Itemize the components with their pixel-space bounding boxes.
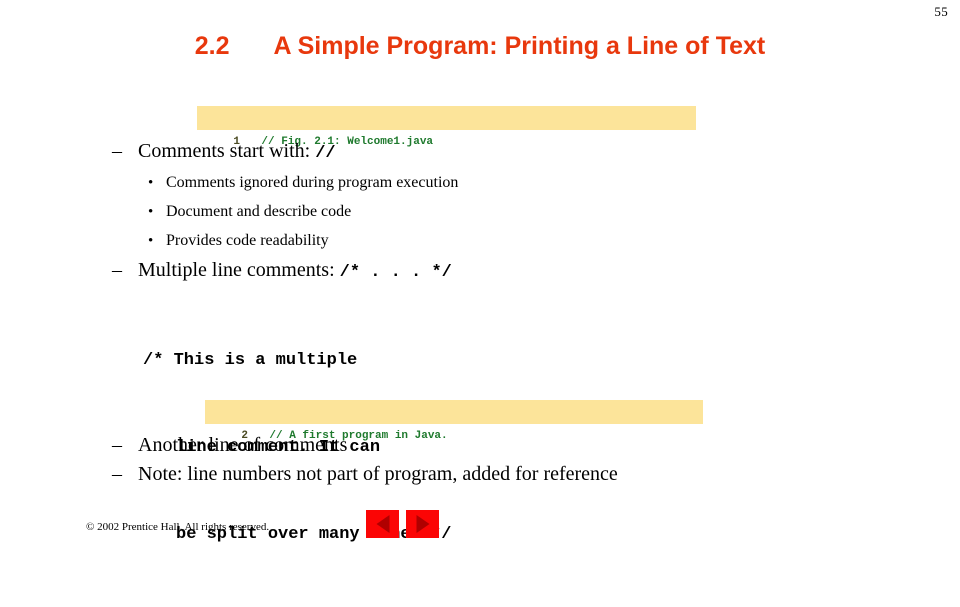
sub-bullet-text: Document and describe code [166, 203, 352, 220]
bullet-text: Another line of comments [138, 434, 348, 456]
next-slide-button[interactable] [406, 510, 439, 538]
dot-bullet-marker: • [148, 175, 154, 191]
bullet-text: Note: line numbers not part of program, … [138, 463, 618, 485]
bullet-prose: Multiple line comments: [138, 259, 340, 281]
bullet-prose: Comments start with: [138, 140, 316, 162]
code-strip-line-2: 2// A first program in Java. [205, 400, 703, 442]
code-strip-line-1: 1// Fig. 2.1: Welcome1.java [197, 106, 696, 148]
title-heading-text: A Simple Program: Printing a Line of Tex… [273, 32, 766, 60]
sub-bullet-text: Comments ignored during program executio… [166, 174, 459, 191]
triangle-right-icon [416, 515, 429, 533]
bullet-text: Multiple line comments: /* . . . */ [138, 257, 452, 286]
sub-bullet-document-describe: • Document and describe code [148, 202, 351, 222]
slide-title: 2.2 A Simple Program: Printing a Line of … [0, 32, 960, 61]
bullet-multiline-comments: – Multiple line comments: /* . . . */ [112, 257, 452, 286]
dash-bullet-marker: – [112, 140, 122, 162]
previous-slide-button[interactable] [366, 510, 399, 538]
bullet-comments-start: – Comments start with: // [112, 138, 336, 167]
comment-example-line-1: /* This is a multiple [143, 351, 358, 370]
slide-navigation [366, 510, 439, 538]
triangle-left-icon [376, 515, 389, 533]
dot-bullet-marker: • [148, 204, 154, 220]
sub-bullet-code-readability: • Provides code readability [148, 231, 329, 251]
slide: 55 2.2 A Simple Program: Printing a Line … [0, 0, 960, 544]
dash-bullet-marker: – [112, 434, 122, 456]
bullet-note-line-numbers: – Note: line numbers not part of program,… [112, 461, 618, 487]
copyright-notice: © 2002 Prentice Hall. All rights reserve… [86, 521, 270, 533]
sub-bullet-ignored-during-execution: • Comments ignored during program executi… [148, 173, 458, 193]
inline-code-double-slash: // [315, 144, 336, 163]
bullet-another-line-of-comments: – Another line of comments [112, 432, 347, 458]
sub-bullet-text: Provides code readability [166, 232, 329, 249]
inline-code-block-comment: /* . . . */ [339, 263, 452, 282]
dash-bullet-marker: – [112, 259, 122, 281]
dash-bullet-marker: – [112, 463, 122, 485]
dot-bullet-marker: • [148, 233, 154, 249]
bullet-text: Comments start with: // [138, 138, 336, 167]
title-section-number: 2.2 [194, 32, 230, 60]
page-number: 55 [934, 4, 948, 19]
